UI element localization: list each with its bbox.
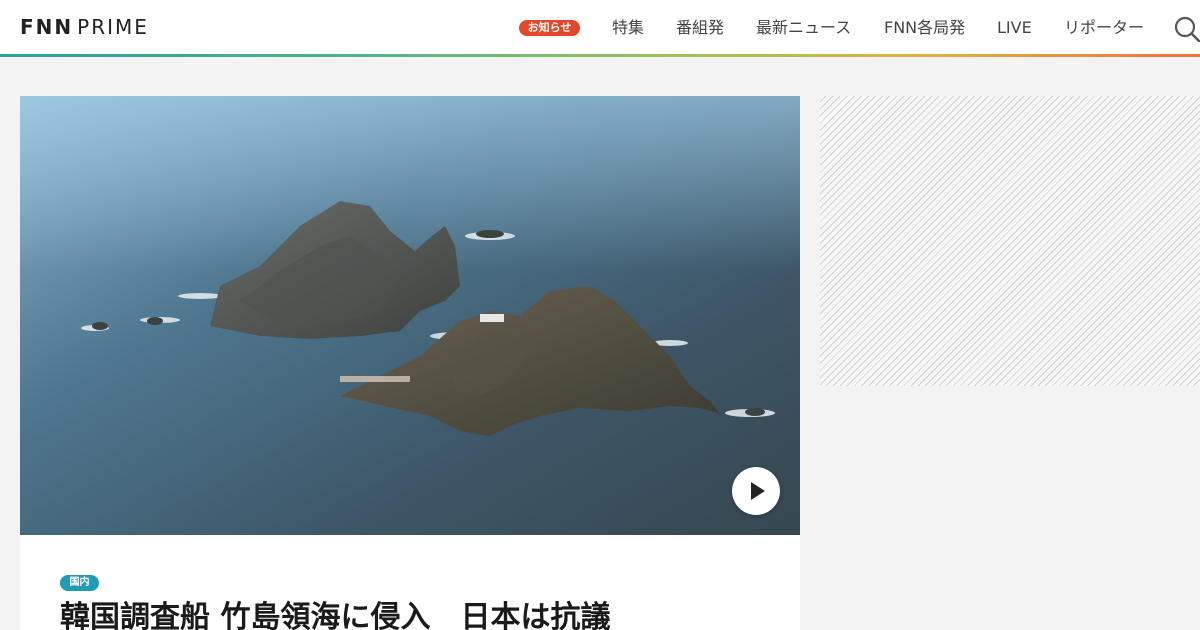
search-icon[interactable] bbox=[1174, 16, 1200, 42]
article-headline[interactable]: 韓国調査船 竹島領海に侵入 日本は抗議 bbox=[60, 598, 780, 630]
featured-article-card[interactable]: 国内 韓国調査船 竹島領海に侵入 日本は抗議 bbox=[20, 96, 800, 630]
header-color-stripe bbox=[0, 54, 1200, 57]
ad-placeholder bbox=[820, 96, 1200, 386]
category-badge[interactable]: 国内 bbox=[60, 575, 99, 591]
play-button[interactable] bbox=[732, 467, 780, 515]
site-logo[interactable]: FNN PRIME bbox=[20, 15, 149, 39]
logo-main: FNN bbox=[20, 15, 74, 39]
nav-item-live[interactable]: LIVE bbox=[997, 17, 1032, 39]
notice-badge[interactable]: お知らせ bbox=[519, 20, 580, 36]
site-header: FNN PRIME お知らせ 特集 番組発 最新ニュース FNN各局発 LIVE … bbox=[0, 0, 1200, 54]
logo-sub: PRIME bbox=[77, 15, 149, 39]
play-icon bbox=[751, 482, 765, 500]
nav-item-fnn-stations[interactable]: FNN各局発 bbox=[884, 17, 965, 39]
hero-image bbox=[20, 96, 800, 535]
nav-item-features[interactable]: 特集 bbox=[612, 17, 644, 39]
nav-item-reporters[interactable]: リポーター bbox=[1064, 17, 1144, 39]
nav-item-programs[interactable]: 番組発 bbox=[676, 17, 724, 39]
nav-item-latest-news[interactable]: 最新ニュース bbox=[756, 17, 851, 39]
